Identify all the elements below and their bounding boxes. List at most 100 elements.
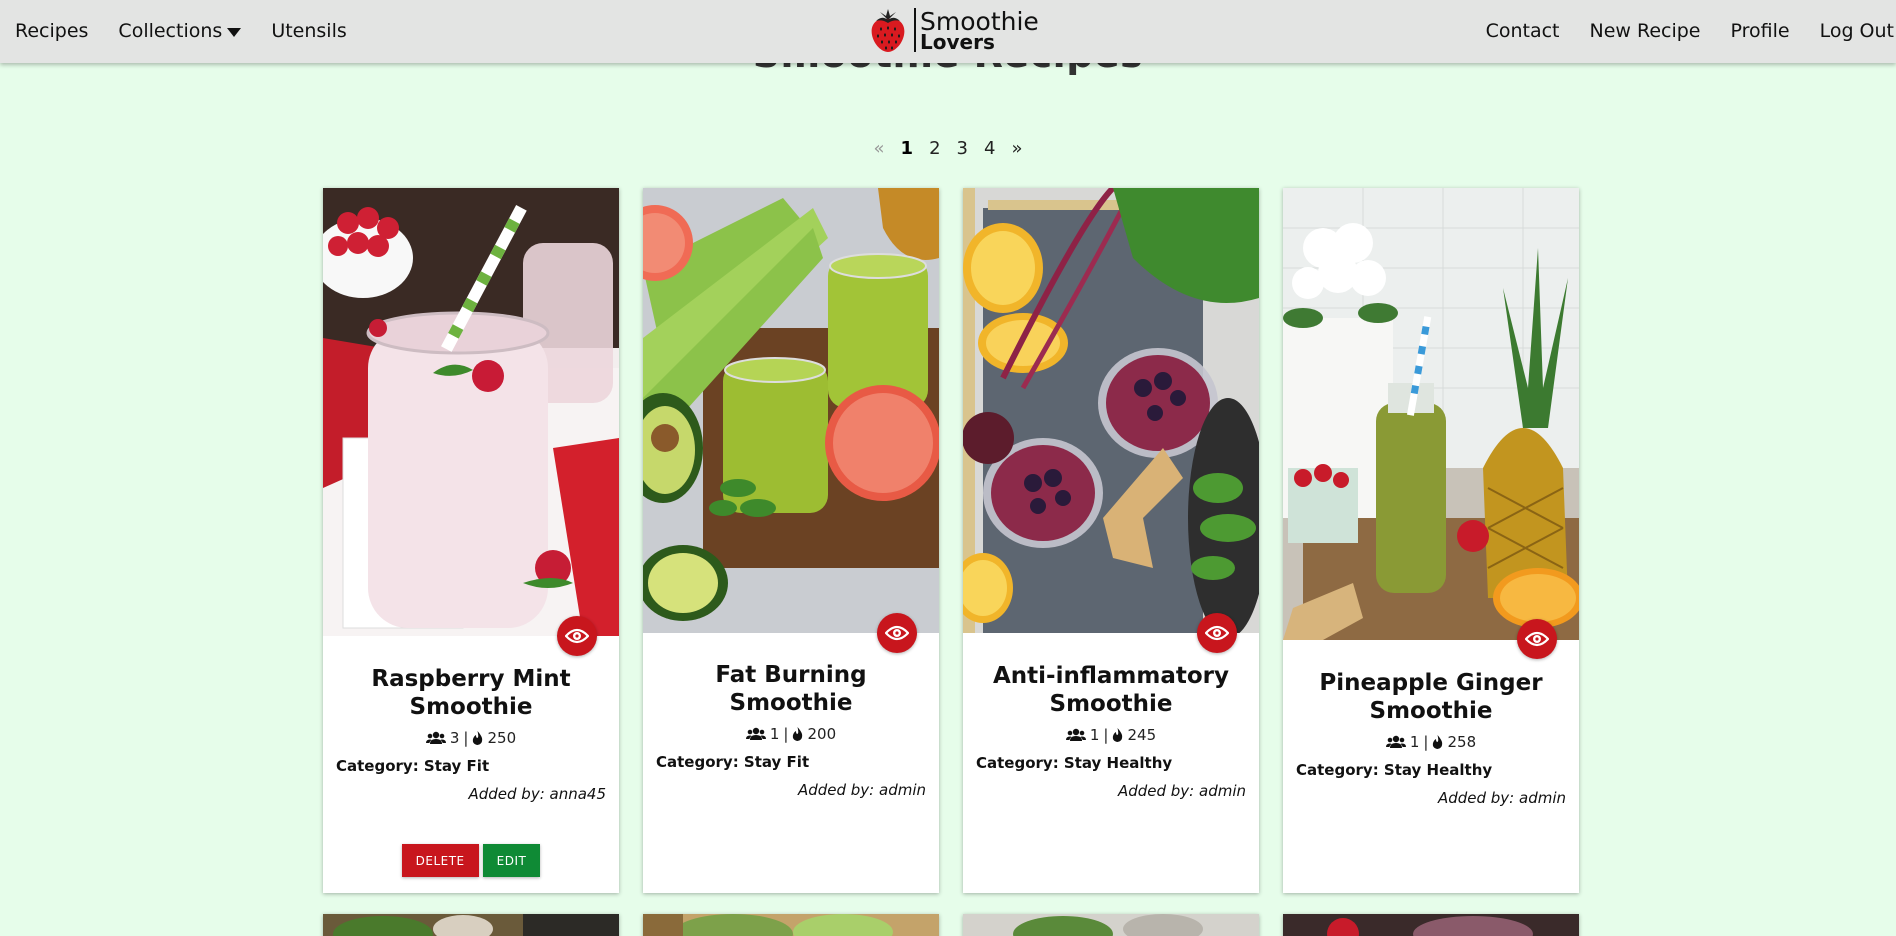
recipe-title[interactable]: Pineapple Ginger Smoothie: [1296, 669, 1566, 725]
fire-icon: [793, 727, 803, 741]
pagination-page-3[interactable]: 3: [949, 138, 976, 159]
recipe-meta: 1 | 245: [976, 726, 1246, 744]
recipe-image[interactable]: [643, 188, 939, 633]
view-recipe-button[interactable]: [1197, 613, 1237, 653]
recipe-category: Category: Stay Fit: [336, 757, 606, 775]
category-prefix: Category:: [336, 757, 424, 775]
pagination-page-4[interactable]: 4: [976, 138, 1003, 159]
meta-separator: |: [1103, 726, 1109, 744]
category-value: Stay Healthy: [1383, 761, 1493, 779]
nav-recipes[interactable]: Recipes: [15, 20, 88, 42]
category-prefix: Category:: [976, 754, 1064, 772]
eye-icon: [1525, 631, 1549, 647]
brand-line2: Lovers: [920, 29, 995, 54]
recipe-image[interactable]: [323, 188, 619, 636]
users-icon: [1065, 728, 1086, 741]
nav-contact[interactable]: Contact: [1482, 20, 1564, 42]
recipe-added-by: Added by: admin: [1296, 789, 1566, 807]
category-value: Stay Fit: [743, 753, 810, 771]
recipe-image-partial: [1283, 914, 1579, 936]
brand-logo-link[interactable]: Smoothie Lovers: [868, 4, 1039, 56]
recipe-category: Category: Stay Healthy: [976, 754, 1246, 772]
brand-text: Smoothie Lovers: [920, 9, 1039, 52]
category-value: Stay Healthy: [1063, 754, 1173, 772]
recipe-card: Pineapple Ginger Smoothie 1 | 258 Catego…: [1283, 188, 1579, 893]
pagination-page-2[interactable]: 2: [921, 138, 948, 159]
eye-icon: [885, 625, 909, 641]
navbar: Recipes Collections Utensils Smoothie Lo…: [0, 0, 1896, 63]
nav-collections-dropdown[interactable]: Collections: [118, 20, 242, 42]
added-prefix: Added by:: [797, 781, 879, 799]
calories-value: 250: [487, 729, 517, 747]
delete-button[interactable]: DELETE: [401, 844, 479, 877]
recipe-category: Category: Stay Fit: [656, 753, 926, 771]
recipe-added-by: Added by: admin: [976, 782, 1246, 800]
recipe-image-partial: [643, 914, 939, 936]
edit-button[interactable]: EDIT: [482, 844, 541, 877]
recipe-card-partial[interactable]: [1283, 914, 1579, 936]
eye-icon: [565, 628, 589, 644]
recipe-meta: 1 | 258: [1296, 733, 1566, 751]
recipe-card-partial[interactable]: [643, 914, 939, 936]
nav-new-recipe[interactable]: New Recipe: [1585, 20, 1704, 42]
users-icon: [425, 731, 446, 744]
recipe-image[interactable]: [963, 188, 1259, 633]
recipe-title[interactable]: Raspberry Mint Smoothie: [336, 665, 606, 721]
nav-profile[interactable]: Profile: [1726, 20, 1793, 42]
users-icon: [1385, 735, 1406, 748]
recipe-card: Anti-inflammatory Smoothie 1 | 245 Categ…: [963, 188, 1259, 893]
caret-down-icon: [227, 27, 242, 37]
fire-icon: [1113, 728, 1123, 742]
strawberry-icon: [871, 9, 905, 53]
nav-log-out[interactable]: Log Out: [1816, 20, 1896, 42]
nav-utensils[interactable]: Utensils: [271, 20, 346, 42]
added-prefix: Added by:: [1437, 789, 1519, 807]
added-by-value: admin: [879, 781, 926, 799]
recipe-card: Fat Burning Smoothie 1 | 200 Category: S…: [643, 188, 939, 893]
added-prefix: Added by:: [468, 785, 550, 803]
meta-separator: |: [1423, 733, 1429, 751]
recipe-title[interactable]: Fat Burning Smoothie: [656, 661, 926, 717]
added-by-value: admin: [1199, 782, 1246, 800]
pagination: « 1 2 3 4 »: [0, 138, 1896, 159]
servings-value: 1: [1089, 726, 1100, 744]
view-recipe-button[interactable]: [1517, 619, 1557, 659]
recipe-meta: 1 | 200: [656, 725, 926, 743]
recipe-image[interactable]: [1283, 188, 1579, 640]
pagination-page-1[interactable]: 1: [893, 138, 922, 159]
pagination-next[interactable]: »: [1003, 138, 1030, 159]
nav-right: Contact New Recipe Profile Log Out: [1482, 20, 1896, 42]
added-prefix: Added by:: [1117, 782, 1199, 800]
meta-separator: |: [783, 725, 789, 743]
card-body: Anti-inflammatory Smoothie 1 | 245 Categ…: [963, 662, 1259, 800]
recipe-added-by: Added by: anna45: [336, 785, 606, 803]
added-by-value: admin: [1519, 789, 1566, 807]
servings-value: 3: [449, 729, 460, 747]
fire-icon: [1433, 735, 1443, 749]
view-recipe-button[interactable]: [877, 613, 917, 653]
card-body: Pineapple Ginger Smoothie 1 | 258 Catego…: [1283, 669, 1579, 807]
nav-left: Recipes Collections Utensils: [15, 20, 377, 42]
servings-value: 1: [769, 725, 780, 743]
recipe-category: Category: Stay Healthy: [1296, 761, 1566, 779]
recipe-card: Raspberry Mint Smoothie 3 | 250 Category…: [323, 188, 619, 893]
fire-icon: [473, 731, 483, 745]
calories-value: 200: [807, 725, 837, 743]
pagination-prev[interactable]: «: [866, 138, 893, 159]
recipe-card-partial[interactable]: [323, 914, 619, 936]
recipe-card-partial[interactable]: [963, 914, 1259, 936]
category-prefix: Category:: [1296, 761, 1384, 779]
recipe-title[interactable]: Anti-inflammatory Smoothie: [976, 662, 1246, 718]
recipe-actions: DELETE EDIT: [323, 844, 619, 877]
users-icon: [745, 727, 766, 740]
card-body: Raspberry Mint Smoothie 3 | 250 Category…: [323, 665, 619, 803]
nav-collections-label: Collections: [118, 20, 223, 42]
recipe-meta: 3 | 250: [336, 729, 606, 747]
view-recipe-button[interactable]: [557, 616, 597, 656]
added-by-value: anna45: [549, 785, 606, 803]
calories-value: 245: [1127, 726, 1157, 744]
eye-icon: [1205, 625, 1229, 641]
recipe-added-by: Added by: admin: [656, 781, 926, 799]
meta-separator: |: [463, 729, 469, 747]
category-value: Stay Fit: [423, 757, 490, 775]
